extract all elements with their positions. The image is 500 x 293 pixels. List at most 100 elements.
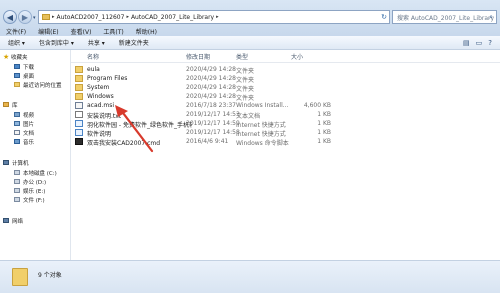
column-date[interactable]: 修改日期	[186, 52, 210, 61]
nav-favorites-label: 收藏夹	[11, 54, 28, 61]
menu-bar: 文件(F) 编辑(E) 查看(V) 工具(T) 帮助(H)	[0, 26, 500, 36]
nav-music-label: 音乐	[23, 139, 35, 146]
back-button[interactable]: ◀	[3, 10, 17, 24]
view-options-icon[interactable]: ▤	[463, 39, 470, 47]
nav-downloads-label: 下载	[23, 64, 35, 71]
chevron-right-icon: ▸	[126, 14, 129, 20]
column-size[interactable]: 大小	[291, 52, 303, 61]
nav-downloads[interactable]: 下载	[14, 62, 34, 71]
nav-pictures-label: 图片	[23, 121, 35, 128]
file-type: Windows Install...	[236, 102, 289, 109]
menu-help[interactable]: 帮助(H)	[136, 27, 157, 36]
installer-icon	[75, 102, 83, 109]
recent-pages-dropdown[interactable]: ▾	[33, 15, 36, 21]
folder-icon	[12, 268, 28, 286]
network-icon	[3, 218, 9, 223]
chevron-right-icon: ▸	[216, 14, 219, 20]
desktop-icon	[14, 73, 20, 78]
refresh-icon[interactable]: ↻	[381, 13, 387, 21]
nav-recent-places-label: 最近访问的位置	[23, 82, 62, 89]
file-row[interactable]: 双击我安装CAD2007.cmd 2016/4/6 9:41 Windows 命…	[71, 137, 500, 147]
file-name: Windows	[87, 93, 114, 100]
recent-places-icon	[14, 82, 20, 87]
menu-edit[interactable]: 编辑(E)	[38, 27, 58, 36]
nav-drive-d-label: 办公 (D:)	[23, 179, 47, 186]
nav-videos-label: 视频	[23, 112, 35, 119]
drive-icon	[14, 188, 20, 193]
new-folder-button[interactable]: 新建文件夹	[119, 38, 149, 47]
help-icon[interactable]: ?	[488, 39, 492, 47]
forward-button[interactable]: ▶	[18, 10, 32, 24]
file-row[interactable]: System 2020/4/29 14:28 文件夹	[71, 83, 500, 93]
nav-drive-f[interactable]: 文件 (F:)	[14, 195, 45, 204]
item-count: 9 个对象	[38, 272, 62, 279]
file-row[interactable]: acad.msi 2016/7/18 23:37 Windows Install…	[71, 101, 500, 110]
nav-drive-c-label: 本地磁盘 (C:)	[23, 170, 57, 177]
nav-network-label: 网络	[12, 218, 24, 225]
file-row[interactable]: 安装说明.txt 2019/12/17 14:53 文本文档 1 KB	[71, 110, 500, 120]
computer-icon	[3, 160, 9, 165]
downloads-icon	[14, 64, 20, 69]
text-file-icon	[75, 111, 83, 118]
nav-libraries-label: 库	[12, 102, 18, 109]
internet-shortcut-icon	[75, 120, 83, 127]
nav-videos[interactable]: 视频	[14, 110, 34, 119]
nav-network[interactable]: 网络	[3, 216, 23, 225]
file-row[interactable]: eula 2020/4/29 14:28 文件夹	[71, 65, 500, 75]
nav-music[interactable]: 音乐	[14, 137, 34, 146]
nav-libraries[interactable]: 库	[3, 100, 18, 109]
file-row[interactable]: 羽化软件园 - 免费软件_绿色软件_手机软... 2019/12/17 14:5…	[71, 119, 500, 129]
nav-desktop[interactable]: 桌面	[14, 71, 34, 80]
menu-tools[interactable]: 工具(T)	[103, 27, 123, 36]
preview-pane-icon[interactable]: ▭	[476, 39, 483, 47]
breadcrumb-1[interactable]: AutoACD2007_112607	[57, 14, 125, 21]
drive-icon	[14, 197, 20, 202]
file-row[interactable]: Windows 2020/4/29 14:28 文件夹	[71, 92, 500, 102]
drive-icon	[14, 179, 20, 184]
file-size: 1 KB	[317, 129, 331, 136]
nav-drive-d[interactable]: 办公 (D:)	[14, 177, 46, 186]
search-input[interactable]: 搜索 AutoCAD_2007_Lite_Library ⌕	[392, 10, 497, 24]
nav-documents[interactable]: 文档	[14, 128, 34, 137]
nav-favorites[interactable]: ★ 收藏夹	[3, 52, 28, 61]
menu-file[interactable]: 文件(F)	[6, 27, 26, 36]
column-name[interactable]: 名称	[87, 52, 99, 61]
chevron-right-icon: ▸	[52, 14, 55, 20]
nav-desktop-label: 桌面	[23, 73, 35, 80]
folder-icon	[42, 14, 50, 20]
video-icon	[14, 112, 20, 117]
breadcrumb-2[interactable]: AutoCAD_2007_Lite_Library	[131, 14, 214, 21]
nav-documents-label: 文档	[23, 130, 35, 137]
file-size: 1 KB	[317, 111, 331, 118]
internet-shortcut-icon	[75, 129, 83, 136]
file-size: 4,600 KB	[303, 102, 331, 109]
command-toolbar: 组织 ▾ 包含到库中 ▾ 共享 ▾ 新建文件夹 ▤ ▭ ?	[0, 36, 500, 50]
file-row[interactable]: 软件说明 2019/12/17 14:58 Internet 快捷方式 1 KB	[71, 128, 500, 138]
navigation-pane: ★ 收藏夹 下载 桌面 最近访问的位置 库 视频 图片 文档 音乐 计算机 本地…	[0, 50, 71, 260]
search-placeholder: 搜索 AutoCAD_2007_Lite_Library	[397, 14, 495, 22]
file-type: Windows 命令脚本	[236, 140, 289, 147]
organize-button[interactable]: 组织 ▾	[8, 38, 25, 47]
share-button[interactable]: 共享 ▾	[88, 38, 105, 47]
nav-computer[interactable]: 计算机	[3, 158, 29, 167]
file-row[interactable]: Program Files 2020/4/29 14:28 文件夹	[71, 74, 500, 84]
nav-drive-e[interactable]: 娱乐 (E:)	[14, 186, 45, 195]
file-name: acad.msi	[87, 102, 115, 109]
column-headers: 名称 修改日期 类型 大小	[71, 50, 500, 63]
music-icon	[14, 139, 20, 144]
include-in-library-button[interactable]: 包含到库中 ▾	[39, 38, 74, 47]
nav-pictures[interactable]: 图片	[14, 119, 34, 128]
drive-icon	[14, 170, 20, 175]
column-type[interactable]: 类型	[236, 52, 248, 61]
search-icon[interactable]: ⌕	[489, 13, 493, 22]
view-controls: ▤ ▭ ?	[463, 39, 492, 47]
folder-icon	[75, 66, 83, 73]
nav-recent-places[interactable]: 最近访问的位置	[14, 80, 62, 89]
address-bar[interactable]: ▸ AutoACD2007_112607 ▸ AutoCAD_2007_Lite…	[38, 10, 390, 24]
nav-drive-c[interactable]: 本地磁盘 (C:)	[14, 168, 57, 177]
file-name: Program Files	[87, 75, 128, 82]
library-icon	[3, 102, 9, 107]
file-name: eula	[87, 66, 100, 73]
menu-view[interactable]: 查看(V)	[71, 27, 92, 36]
file-name: 双击我安装CAD2007.cmd	[87, 140, 161, 147]
